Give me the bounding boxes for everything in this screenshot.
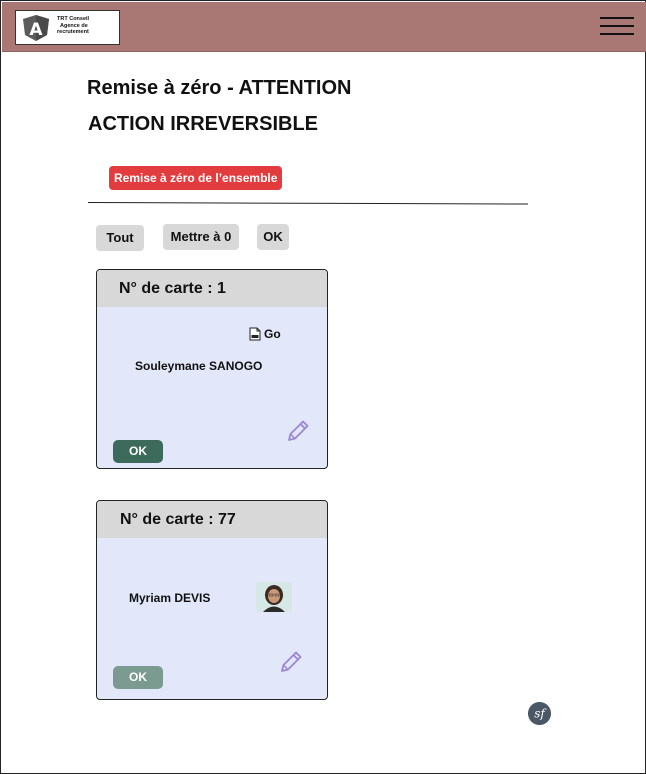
brand-logo[interactable]: A TRT Conseil Agence de recrutement bbox=[15, 10, 120, 45]
card-number: N° de carte : 77 bbox=[120, 511, 236, 528]
hamburger-menu-icon[interactable] bbox=[600, 16, 634, 36]
select-all-button[interactable]: Tout bbox=[96, 225, 144, 251]
card-header: N° de carte : 1 bbox=[97, 270, 327, 307]
edit-pencil-icon[interactable] bbox=[285, 418, 311, 444]
avatar-image bbox=[256, 582, 292, 612]
document-go-link[interactable]: Go bbox=[249, 327, 281, 341]
profile-photo bbox=[256, 582, 292, 612]
candidate-name: Myriam DEVIS bbox=[129, 591, 211, 605]
logo-letter: A bbox=[29, 20, 43, 40]
card-ok-button[interactable]: OK bbox=[113, 666, 163, 689]
brand-line-3: recrutement bbox=[57, 29, 89, 35]
card-ok-button[interactable]: OK bbox=[113, 440, 163, 463]
page-warning: ACTION IRREVERSIBLE bbox=[88, 113, 319, 135]
symfony-logo-icon: sf bbox=[528, 702, 551, 725]
go-label: Go bbox=[264, 327, 281, 341]
pdf-file-icon bbox=[249, 327, 261, 341]
confirm-button[interactable]: OK bbox=[257, 224, 289, 250]
brand-name: TRT Conseil Agence de recrutement bbox=[57, 16, 119, 36]
card-header: N° de carte : 77 bbox=[97, 501, 327, 538]
card-77: N° de carte : 77 Myriam DEVIS OK bbox=[96, 500, 328, 700]
angular-logo-icon: A bbox=[23, 15, 49, 41]
card-1: N° de carte : 1 Go Souleymane SANOGO OK bbox=[96, 269, 328, 469]
set-zero-button[interactable]: Mettre à 0 bbox=[163, 224, 239, 250]
candidate-name: Souleymane SANOGO bbox=[135, 359, 263, 373]
page-frame: A TRT Conseil Agence de recrutement Remi… bbox=[0, 0, 646, 774]
edit-pencil-icon[interactable] bbox=[278, 649, 304, 675]
divider bbox=[87, 202, 528, 205]
top-bar: A TRT Conseil Agence de recrutement bbox=[2, 2, 646, 52]
page-title: Remise à zéro - ATTENTION bbox=[87, 77, 352, 99]
card-number: N° de carte : 1 bbox=[119, 280, 226, 297]
reset-all-button[interactable]: Remise à zéro de l’ensemble bbox=[109, 166, 283, 190]
